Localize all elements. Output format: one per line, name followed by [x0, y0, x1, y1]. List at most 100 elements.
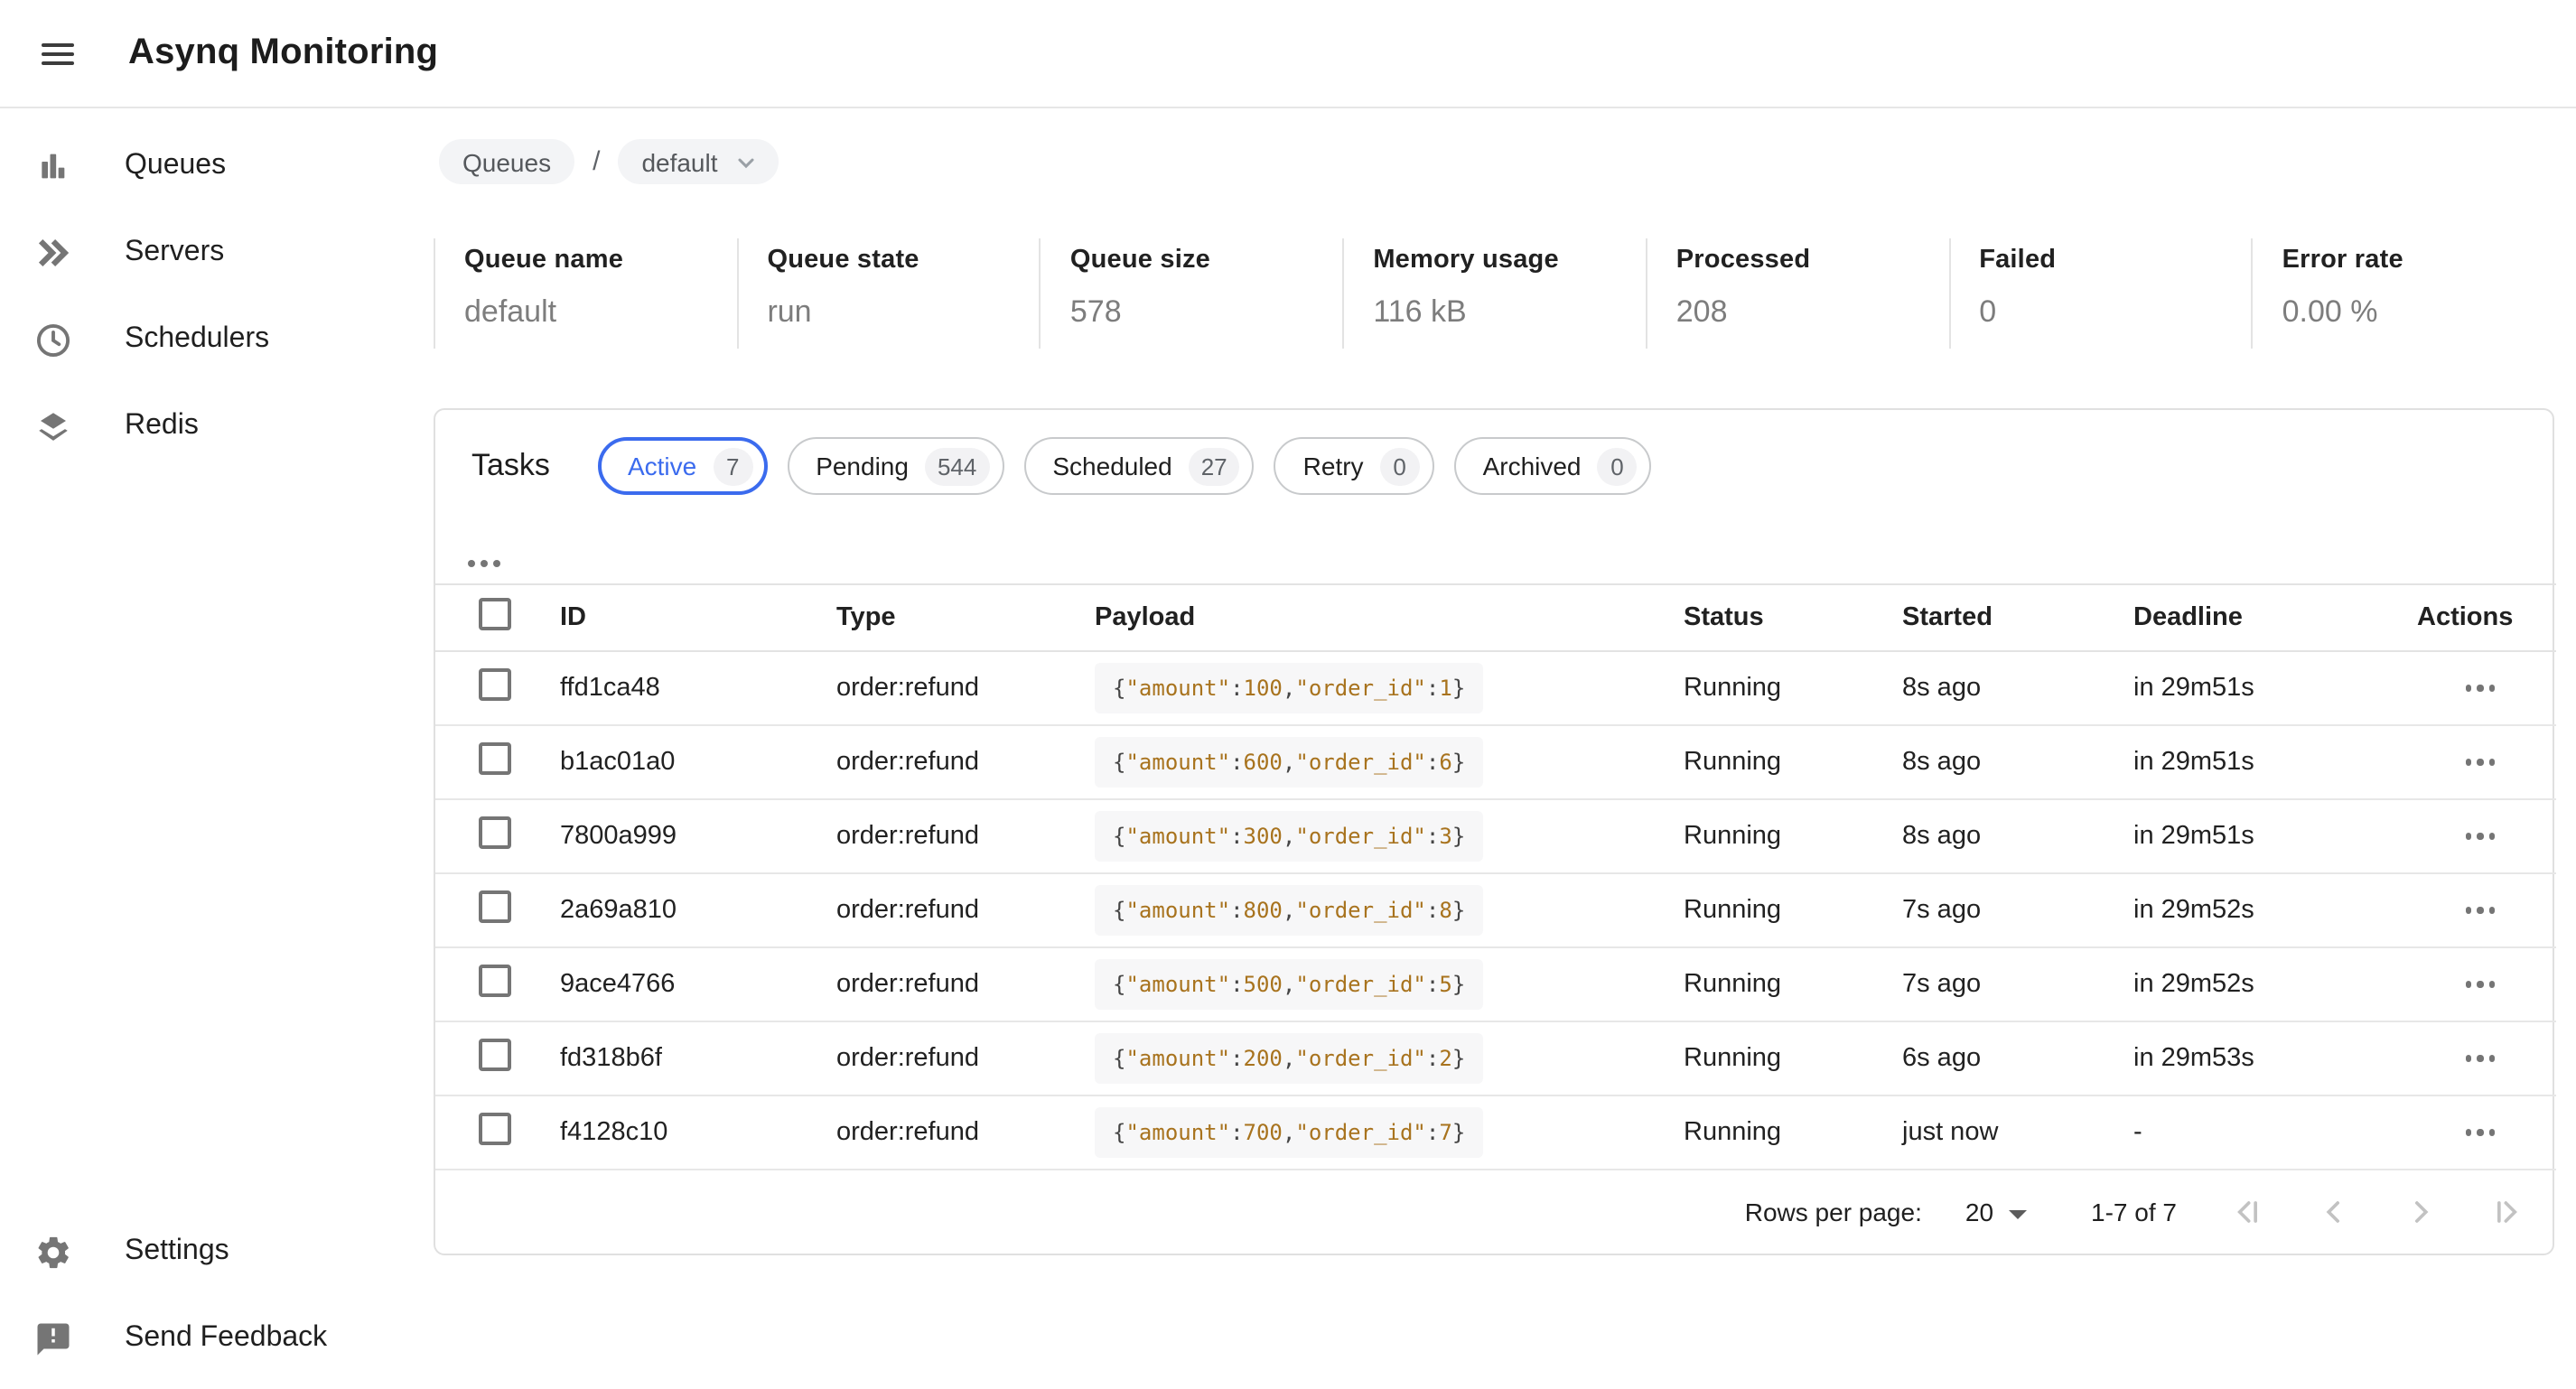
- asynq-monitoring-app: Asynq Monitoring Queues Servers: [0, 0, 2576, 1389]
- task-started-cell: 8s ago: [1881, 651, 2112, 725]
- tasks-card: Tasks Active 7 Pending 544 Scheduled 27: [434, 408, 2554, 1255]
- menu-button[interactable]: [25, 21, 90, 86]
- previous-page-button[interactable]: [2314, 1192, 2354, 1232]
- task-state-tabs: Active 7 Pending 544 Scheduled 27 Retr: [599, 437, 1652, 495]
- more-horiz-icon: [2466, 908, 2496, 914]
- task-id-cell: ffd1ca48: [538, 651, 815, 725]
- rows-per-page-select[interactable]: 20: [1965, 1198, 2026, 1226]
- tab-active[interactable]: Active 7: [599, 437, 767, 495]
- stat-queue-state: Queue state run: [736, 238, 1039, 349]
- sidebar-item-queues[interactable]: Queues: [0, 123, 434, 210]
- task-type-cell: order:refund: [815, 873, 1073, 947]
- row-checkbox[interactable]: [479, 816, 511, 849]
- table-pagination: Rows per page: 20 1-7 of 7: [435, 1170, 2553, 1254]
- tab-label: Active: [628, 452, 696, 480]
- task-deadline-cell: in 29m52s: [2112, 947, 2395, 1021]
- tab-archived[interactable]: Archived 0: [1454, 437, 1652, 495]
- select-all-checkbox[interactable]: [479, 598, 511, 630]
- tab-count-badge: 0: [1380, 447, 1420, 485]
- payload-json-chip: {"amount":600,"order_id":6}: [1095, 737, 1483, 788]
- more-horiz-icon: [2466, 685, 2496, 692]
- tab-pending[interactable]: Pending 544: [787, 437, 1003, 495]
- first-page-button[interactable]: [2227, 1192, 2267, 1232]
- task-row: 9ace4766 order:refund {"amount":500,"ord…: [435, 947, 2556, 1021]
- last-page-button[interactable]: [2487, 1192, 2527, 1232]
- sidebar-item-send-feedback[interactable]: Send Feedback: [0, 1295, 434, 1382]
- task-type-cell: order:refund: [815, 799, 1073, 873]
- column-header-payload: Payload: [1073, 584, 1662, 651]
- app-title: Asynq Monitoring: [128, 33, 438, 74]
- chevron-right-icon: [2403, 1194, 2439, 1230]
- main-content: Queues / default Queue name default Queu…: [434, 108, 2576, 1389]
- more-horiz-icon: [2466, 834, 2496, 840]
- more-horiz-icon: [468, 560, 500, 567]
- task-status-cell: Running: [1662, 947, 1881, 1021]
- task-id-cell: 9ace4766: [538, 947, 815, 1021]
- task-row: 2a69a810 order:refund {"amount":800,"ord…: [435, 873, 2556, 947]
- row-checkbox[interactable]: [479, 965, 511, 997]
- sidebar-item-settings[interactable]: Settings: [0, 1208, 434, 1295]
- sidebar-item-label: Settings: [125, 1235, 229, 1268]
- row-actions-button[interactable]: [2457, 739, 2504, 786]
- row-checkbox[interactable]: [479, 1039, 511, 1071]
- stat-queue-size: Queue size 578: [1040, 238, 1342, 349]
- task-row: fd318b6f order:refund {"amount":200,"ord…: [435, 1021, 2556, 1095]
- row-checkbox[interactable]: [479, 668, 511, 701]
- row-actions-button[interactable]: [2457, 1109, 2504, 1156]
- more-options-button[interactable]: [461, 540, 508, 587]
- row-checkbox[interactable]: [479, 890, 511, 923]
- payload-json-chip: {"amount":500,"order_id":5}: [1095, 959, 1483, 1010]
- row-actions-button[interactable]: [2457, 887, 2504, 934]
- sidebar-item-label: Send Feedback: [125, 1322, 327, 1355]
- row-actions-button[interactable]: [2457, 813, 2504, 860]
- double-chevron-icon: [31, 231, 74, 275]
- task-table: ID Type Payload Status Started Deadline …: [435, 583, 2556, 1170]
- task-type-cell: order:refund: [815, 1021, 1073, 1095]
- payload-json-chip: {"amount":300,"order_id":3}: [1095, 811, 1483, 862]
- tab-scheduled[interactable]: Scheduled 27: [1023, 437, 1254, 495]
- column-header-actions: Actions: [2395, 584, 2556, 651]
- task-status-cell: Running: [1662, 873, 1881, 947]
- gear-icon: [31, 1230, 74, 1273]
- clock-icon: [31, 318, 74, 361]
- next-page-button[interactable]: [2401, 1192, 2441, 1232]
- breadcrumb-queues-chip[interactable]: Queues: [439, 139, 574, 184]
- tab-count-badge: 0: [1598, 447, 1638, 485]
- more-horiz-icon: [2466, 1130, 2496, 1136]
- sidebar-item-redis[interactable]: Redis: [0, 383, 434, 470]
- row-actions-button[interactable]: [2457, 665, 2504, 712]
- task-deadline-cell: in 29m53s: [2112, 1021, 2395, 1095]
- task-started-cell: 7s ago: [1881, 873, 2112, 947]
- tab-count-badge: 544: [925, 447, 989, 485]
- chevron-down-icon: [734, 149, 760, 174]
- task-deadline-cell: in 29m51s: [2112, 651, 2395, 725]
- task-table-body: ffd1ca48 order:refund {"amount":100,"ord…: [435, 651, 2556, 1170]
- column-header-type: Type: [815, 584, 1073, 651]
- task-status-cell: Running: [1662, 1095, 1881, 1170]
- queue-select-chip[interactable]: default: [618, 139, 779, 184]
- payload-json-chip: {"amount":700,"order_id":7}: [1095, 1107, 1483, 1158]
- row-actions-button[interactable]: [2457, 961, 2504, 1008]
- hamburger-icon: [42, 37, 74, 70]
- row-checkbox[interactable]: [479, 742, 511, 775]
- dropdown-arrow-icon: [2008, 1209, 2026, 1218]
- task-id-cell: f4128c10: [538, 1095, 815, 1170]
- tab-retry[interactable]: Retry 0: [1274, 437, 1434, 495]
- row-actions-button[interactable]: [2457, 1035, 2504, 1082]
- stat-error-rate: Error rate 0.00 %: [2252, 238, 2554, 349]
- payload-json-chip: {"amount":200,"order_id":2}: [1095, 1033, 1483, 1084]
- row-checkbox[interactable]: [479, 1113, 511, 1145]
- chevron-left-icon: [2316, 1194, 2352, 1230]
- task-row: 7800a999 order:refund {"amount":300,"ord…: [435, 799, 2556, 873]
- task-type-cell: order:refund: [815, 651, 1073, 725]
- task-deadline-cell: in 29m51s: [2112, 725, 2395, 799]
- task-status-cell: Running: [1662, 1021, 1881, 1095]
- sidebar: Queues Servers Schedulers: [0, 108, 434, 1389]
- sidebar-item-schedulers[interactable]: Schedulers: [0, 296, 434, 383]
- task-id-cell: b1ac01a0: [538, 725, 815, 799]
- task-started-cell: just now: [1881, 1095, 2112, 1170]
- sidebar-item-servers[interactable]: Servers: [0, 210, 434, 296]
- task-deadline-cell: in 29m52s: [2112, 873, 2395, 947]
- bar-chart-icon: [31, 144, 74, 188]
- queue-stats-bar: Queue name default Queue state run Queue…: [434, 238, 2554, 349]
